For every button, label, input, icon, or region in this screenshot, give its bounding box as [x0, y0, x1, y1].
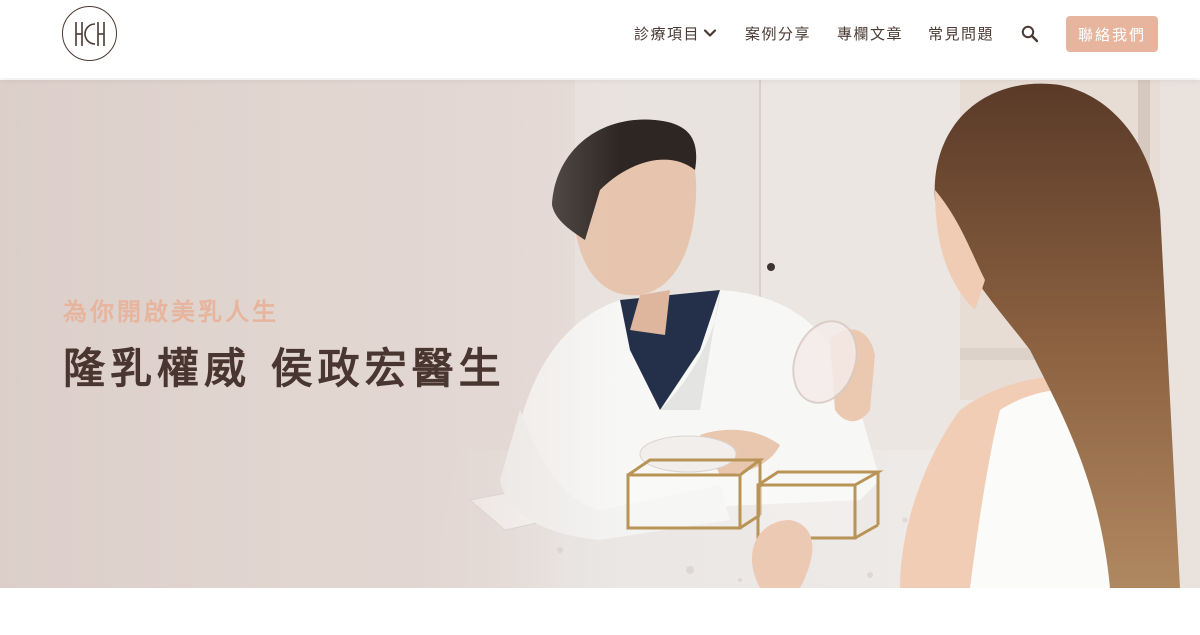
hero-title: 隆乳權威 侯政宏醫生: [63, 344, 506, 393]
hero-text: 為你開啟美乳人生 隆乳權威 侯政宏醫生: [63, 292, 506, 396]
contact-us-label: 聯絡我們: [1077, 25, 1146, 44]
chevron-down-icon: [703, 29, 717, 37]
hero-banner: 為你開啟美乳人生 隆乳權威 侯政宏醫生: [0, 80, 1200, 588]
site-header: 診療項目 案例分享 專欄文章 常見問題 聯絡我們: [0, 0, 1200, 78]
nav-label: 常見問題: [928, 24, 995, 43]
nav-item-articles[interactable]: 專欄文章: [837, 0, 903, 66]
nav-item-treatments[interactable]: 診療項目: [634, 0, 718, 66]
hch-monogram-icon: [74, 21, 105, 46]
hero-subtitle: 為你開啟美乳人生: [63, 297, 279, 326]
search-icon[interactable]: [1020, 24, 1040, 44]
contact-us-button[interactable]: 聯絡我們: [1066, 16, 1158, 52]
nav-label: 案例分享: [745, 24, 812, 43]
nav-label: 診療項目: [634, 24, 701, 43]
nav-item-faq[interactable]: 常見問題: [928, 0, 994, 66]
nav-item-cases[interactable]: 案例分享: [745, 0, 811, 66]
nav-label: 專欄文章: [837, 24, 904, 43]
brand-logo[interactable]: [62, 6, 117, 61]
